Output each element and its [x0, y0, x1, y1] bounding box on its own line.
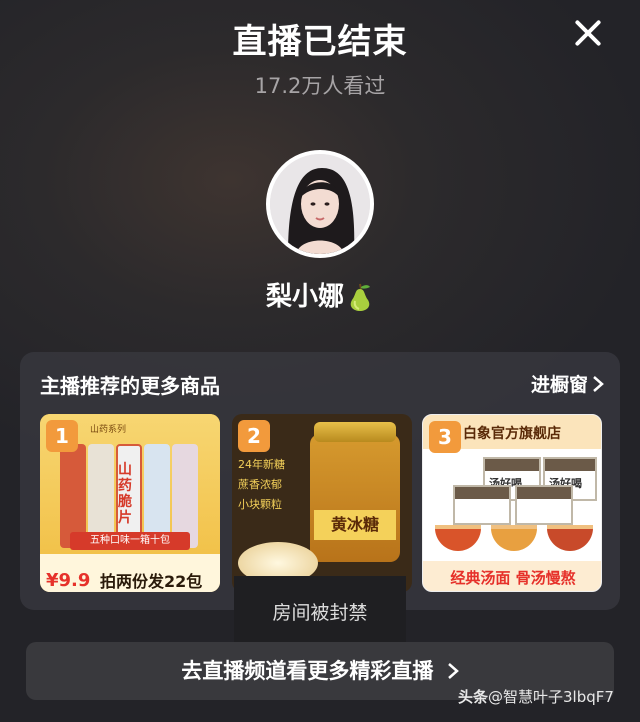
rank-badge: 2 [238, 420, 270, 452]
noodle-bowl [547, 525, 593, 551]
watermark: 头条@智慧叶子3lbqF7 [458, 686, 614, 707]
product-card-2[interactable]: 24年新糖 蔗香浓郁 小块颗粒 黄冰糖 2 [232, 414, 412, 592]
page-title: 直播已结束 [232, 22, 408, 62]
noodle-box [515, 485, 573, 525]
product-series: 山药系列 [90, 425, 127, 435]
showcase-link-label: 进橱窗 [530, 374, 588, 396]
sugar-jar [310, 434, 400, 562]
product-price-value: 9.9 [58, 570, 91, 591]
noodle-bowl [435, 525, 481, 551]
rank-badge: 3 [429, 421, 461, 453]
product-name: 黄冰糖 [314, 510, 396, 540]
shop-name: 白象官方旗舰店 [463, 426, 561, 442]
chevron-right-icon [593, 375, 604, 392]
streamer-name: 梨小娜 [0, 276, 640, 318]
product-price-bar: ¥9.9 拍两份发22包 [40, 554, 220, 592]
product-card-3[interactable]: 白象官方旗舰店 汤好喝 汤好喝 经典汤面 骨汤慢熬 3 [422, 414, 602, 592]
product-tag: 蔗香浓郁 [238, 478, 282, 491]
product-name: 山药脆片 [118, 462, 132, 526]
rank-badge: 1 [46, 420, 78, 452]
chevron-right-icon [447, 663, 459, 679]
jar-lid [314, 422, 396, 442]
viewer-count: 17.2万人看过 [254, 74, 386, 98]
close-icon[interactable] [568, 14, 608, 54]
recommend-title: 主播推荐的更多商品 [40, 374, 220, 398]
product-flavors: 五种口味一箱十包 [70, 532, 190, 550]
watermark-account: @智慧叶子3lbqF7 [488, 688, 614, 706]
product-promo: 拍两份发22包 [100, 572, 203, 591]
product-slogan-bar: 经典汤面 骨汤慢熬 [423, 561, 601, 591]
noodle-bowl [491, 525, 537, 551]
product-tags: 24年新糖 蔗香浓郁 小块颗粒 [238, 456, 285, 516]
showcase-link[interactable]: 进橱窗 [531, 370, 604, 397]
product-tag: 小块颗粒 [238, 498, 282, 511]
avatar[interactable] [266, 150, 374, 258]
room-banned-overlay: 房间被封禁 [234, 576, 406, 650]
pear-icon [346, 281, 374, 318]
live-channel-label: 去直播频道看更多精彩直播 [181, 659, 434, 683]
noodle-box [453, 485, 511, 525]
product-card-1[interactable]: 山药系列 山药脆片 五种口味一箱十包 ¥9.9 拍两份发22包 1 [40, 414, 220, 592]
product-price: ¥9.9 [46, 570, 91, 591]
recommend-card: 主播推荐的更多商品 进橱窗 山药系列 山药脆片 五种口味一箱十包 ¥9.9 拍两… [20, 352, 620, 610]
streamer-name-label: 梨小娜 [265, 282, 344, 312]
watermark-brand: 头条 [458, 688, 489, 706]
product-slogan: 经典汤面 骨汤慢熬 [450, 569, 576, 587]
product-tag: 24年新糖 [238, 458, 285, 471]
